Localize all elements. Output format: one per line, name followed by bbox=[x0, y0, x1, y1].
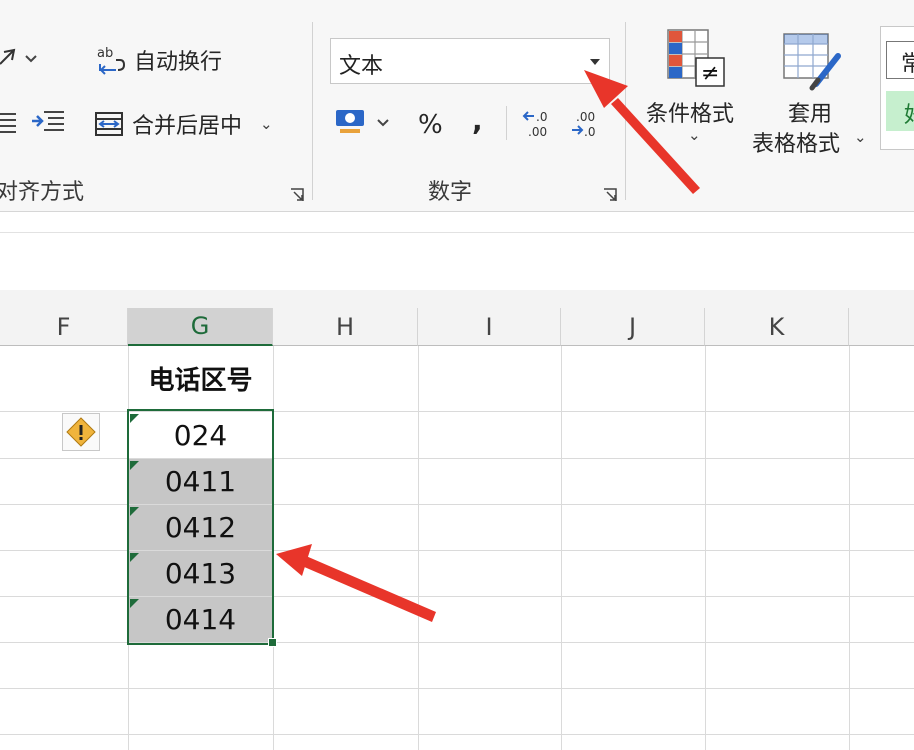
group-separator bbox=[312, 22, 313, 200]
column-header-f[interactable]: F bbox=[0, 308, 128, 346]
merge-center-icon bbox=[94, 109, 124, 139]
column-header-j[interactable]: J bbox=[561, 308, 705, 346]
number-format-value: 文本 bbox=[339, 54, 384, 79]
increase-decimal-icon[interactable]: .0 .00 bbox=[522, 108, 558, 140]
decrease-decimal-icon[interactable]: .00 .0 bbox=[570, 108, 606, 140]
decrease-indent-icon[interactable] bbox=[0, 110, 18, 138]
selection-border bbox=[127, 409, 274, 645]
svg-text:≠: ≠ bbox=[701, 61, 719, 86]
cell-style-normal[interactable]: 常 bbox=[886, 41, 914, 79]
svg-text:.00: .00 bbox=[528, 125, 547, 139]
format-as-table-label-line2: 表格格式 bbox=[752, 132, 841, 157]
conditional-formatting-dropdown-icon[interactable]: ⌄ bbox=[688, 126, 701, 144]
merge-center-button[interactable]: 合并后居中 ⌄ bbox=[94, 108, 273, 140]
wrap-text-button[interactable]: ab 自动换行 bbox=[96, 44, 222, 76]
cell-style-good[interactable]: 好 bbox=[886, 91, 914, 131]
percent-style-button[interactable]: % bbox=[418, 110, 443, 140]
error-check-button[interactable] bbox=[62, 413, 100, 451]
column-header-g[interactable]: G bbox=[128, 308, 273, 346]
increase-indent-icon[interactable] bbox=[30, 108, 66, 138]
alignment-group-label: 对齐方式 bbox=[0, 180, 85, 205]
warning-icon bbox=[66, 417, 96, 447]
conditional-formatting-button[interactable]: ≠ 条件格式 ⌄ bbox=[640, 28, 750, 154]
column-header-h[interactable]: H bbox=[273, 308, 418, 346]
group-separator bbox=[625, 22, 626, 200]
fill-handle[interactable] bbox=[268, 638, 277, 647]
number-inner-separator bbox=[506, 106, 507, 140]
orientation-icon[interactable] bbox=[0, 42, 46, 76]
svg-text:.00: .00 bbox=[576, 110, 595, 124]
formula-bar-area bbox=[0, 232, 914, 288]
gridline-vertical bbox=[705, 346, 706, 750]
number-group-label: 数字 bbox=[428, 180, 473, 205]
svg-text:ab: ab bbox=[97, 46, 113, 61]
number-format-dropdown-icon[interactable] bbox=[590, 59, 600, 65]
gridline-vertical bbox=[418, 346, 419, 750]
column-header-partial[interactable] bbox=[849, 308, 914, 346]
column-header-k[interactable]: K bbox=[705, 308, 849, 346]
comma-style-button[interactable]: , bbox=[472, 104, 483, 137]
svg-text:.0: .0 bbox=[536, 110, 547, 124]
number-dialog-launcher-icon[interactable] bbox=[603, 187, 617, 201]
annotation-arrow-icon bbox=[276, 544, 436, 622]
format-as-table-dropdown-icon[interactable]: ⌄ bbox=[854, 128, 867, 146]
accounting-format-icon[interactable] bbox=[334, 104, 394, 140]
gridline-vertical bbox=[561, 346, 562, 750]
svg-text:.0: .0 bbox=[584, 125, 595, 139]
gridline-horizontal bbox=[0, 688, 914, 689]
conditional-formatting-icon: ≠ bbox=[666, 28, 726, 90]
format-as-table-button[interactable]: 套用 表格格式 ⌄ bbox=[752, 28, 874, 157]
number-format-dropdown[interactable]: 文本 bbox=[330, 38, 610, 84]
header-band bbox=[0, 290, 914, 308]
cell-g-header[interactable]: 电话区号 bbox=[128, 346, 273, 411]
wrap-text-icon: ab bbox=[96, 44, 126, 76]
format-as-table-icon bbox=[782, 32, 844, 92]
format-as-table-label-line1: 套用 bbox=[788, 102, 833, 127]
merge-center-label: 合并后居中 bbox=[132, 114, 243, 139]
alignment-dialog-launcher-icon[interactable] bbox=[290, 187, 304, 201]
conditional-formatting-label: 条件格式 bbox=[646, 102, 735, 127]
column-header-i[interactable]: I bbox=[418, 308, 561, 346]
wrap-text-label: 自动换行 bbox=[134, 50, 223, 75]
gridline-horizontal bbox=[0, 734, 914, 735]
cell-styles-gallery[interactable]: 常 好 bbox=[880, 26, 914, 150]
ribbon: ab 自动换行 合并后居中 ⌄ 对齐方式 文本 % , .0 .00 .00 .… bbox=[0, 0, 914, 212]
gridline-vertical bbox=[849, 346, 850, 750]
merge-center-dropdown-icon[interactable]: ⌄ bbox=[260, 115, 273, 133]
